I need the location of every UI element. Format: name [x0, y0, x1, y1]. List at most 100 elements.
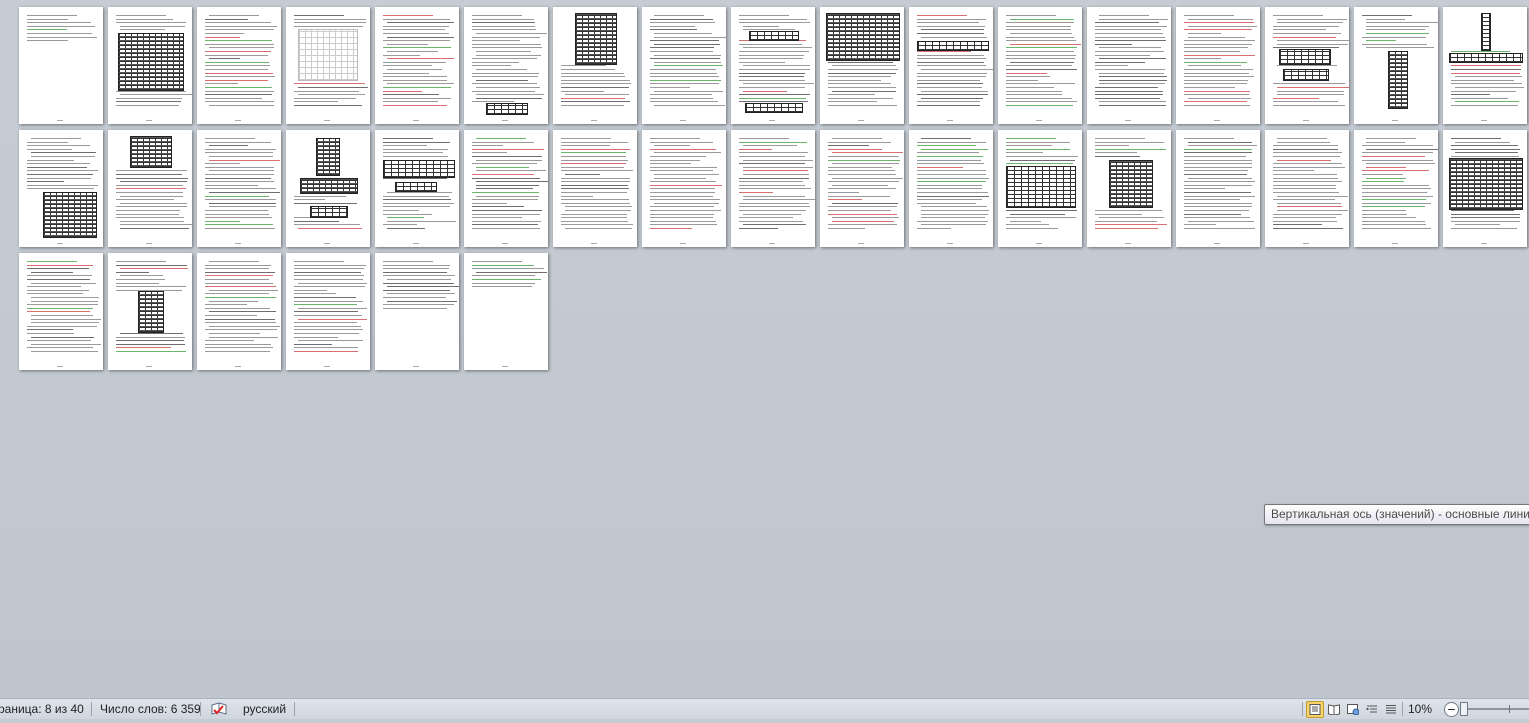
page-thumbnail[interactable] — [375, 7, 459, 124]
page-thumbnail[interactable] — [642, 7, 726, 124]
text-line — [650, 192, 715, 193]
page-thumbnail[interactable] — [1354, 130, 1438, 247]
text-line — [476, 195, 539, 197]
zoom-slider-thumb[interactable] — [1460, 702, 1468, 716]
text-line — [294, 336, 338, 338]
draft-icon[interactable] — [1382, 701, 1400, 718]
text-line — [116, 340, 184, 342]
text-line — [1362, 202, 1432, 204]
zoom-slider-track[interactable] — [1460, 708, 1529, 710]
text-line — [561, 220, 629, 222]
page-thumbnail[interactable] — [1265, 7, 1349, 124]
text-line — [1184, 159, 1253, 161]
page-thumbnail[interactable] — [731, 130, 815, 247]
page-thumbnail[interactable] — [642, 130, 726, 247]
page-thumbnail[interactable] — [197, 130, 281, 247]
text-line — [27, 347, 93, 349]
page-thumbnail[interactable] — [1176, 7, 1260, 124]
text-line — [120, 228, 190, 229]
page-thumbnail[interactable] — [108, 130, 192, 247]
text-line — [383, 210, 420, 211]
text-line — [387, 279, 452, 280]
page-thumbnail[interactable] — [464, 7, 548, 124]
page-thumbnail[interactable] — [375, 130, 459, 247]
page-thumbnail[interactable] — [197, 7, 281, 124]
word-count-indicator[interactable]: Число слов: 6 359 — [100, 699, 201, 719]
text-line — [654, 43, 721, 45]
page-thumbnail[interactable] — [19, 130, 103, 247]
page-thumbnail[interactable] — [108, 253, 192, 370]
page-thumbnail[interactable] — [286, 130, 370, 247]
text-line — [205, 33, 245, 34]
text-line — [27, 340, 92, 342]
web-layout-icon[interactable] — [1344, 701, 1362, 718]
page-thumbnail[interactable] — [731, 7, 815, 124]
text-line — [27, 177, 92, 179]
text-line — [1010, 220, 1041, 222]
page-thumbnail[interactable] — [286, 7, 370, 124]
page-thumbnail[interactable] — [1265, 130, 1349, 247]
page-thumbnail[interactable] — [820, 130, 904, 247]
text-line — [921, 206, 988, 208]
page-number-mark — [57, 366, 63, 367]
page-thumbnail[interactable] — [1087, 7, 1171, 124]
text-line — [739, 51, 809, 52]
page-thumbnail[interactable] — [1087, 130, 1171, 247]
text-line — [743, 25, 779, 27]
text-line — [561, 184, 629, 186]
page-thumbnail[interactable] — [19, 7, 103, 124]
text-line — [120, 275, 164, 277]
page-thumbnail[interactable] — [998, 7, 1082, 124]
text-line — [739, 58, 804, 60]
text-line — [561, 76, 626, 78]
page-thumbnail[interactable] — [1443, 130, 1527, 247]
page-thumbnail[interactable] — [286, 253, 370, 370]
zoom-level-button[interactable]: 10% — [1408, 699, 1432, 719]
page-thumbnail[interactable] — [1443, 7, 1527, 124]
page-thumbnail[interactable] — [464, 130, 548, 247]
text-line — [654, 65, 723, 67]
text-line — [27, 25, 95, 27]
page-thumbnail[interactable] — [998, 130, 1082, 247]
text-line — [828, 76, 892, 78]
text-line — [1184, 184, 1253, 186]
text-line — [205, 347, 273, 349]
language-indicator[interactable]: русский — [243, 699, 286, 719]
page-thumbnail[interactable] — [197, 253, 281, 370]
page-thumbnail[interactable] — [909, 7, 993, 124]
text-line — [917, 83, 983, 85]
outline-icon[interactable] — [1363, 701, 1381, 718]
text-line — [1188, 65, 1242, 67]
page-thumbnail[interactable] — [553, 7, 637, 124]
text-line — [1273, 152, 1343, 154]
text-line — [205, 322, 277, 324]
page-thumbnail[interactable] — [1176, 130, 1260, 247]
full-screen-reading-icon[interactable] — [1325, 701, 1343, 718]
zoom-out-icon[interactable] — [1444, 702, 1459, 717]
text-line — [921, 213, 989, 215]
page-thumbnail[interactable] — [464, 253, 548, 370]
page-number-mark — [1125, 243, 1131, 244]
page-thumbnail[interactable] — [375, 253, 459, 370]
page-number-indicator[interactable]: раница: 8 из 40 — [0, 699, 84, 719]
text-line — [383, 145, 427, 147]
page-thumbnail[interactable] — [108, 7, 192, 124]
text-line — [1362, 192, 1427, 193]
page-number-mark — [1125, 120, 1131, 121]
spellcheck-book-icon[interactable] — [210, 701, 228, 717]
page-thumbnail[interactable] — [19, 253, 103, 370]
page-thumbnail[interactable] — [820, 7, 904, 124]
text-line — [1010, 18, 1074, 20]
text-line — [917, 170, 986, 172]
page-thumbnail[interactable] — [909, 130, 993, 247]
page-thumbnail[interactable] — [1354, 7, 1438, 124]
page-thumbnail[interactable] — [553, 130, 637, 247]
text-line — [205, 36, 240, 38]
text-line — [476, 33, 547, 34]
text-line — [1006, 51, 1075, 52]
print-layout-icon[interactable] — [1306, 701, 1324, 718]
page-number-mark — [947, 243, 953, 244]
text-line — [1451, 97, 1508, 99]
document-workspace[interactable] — [0, 0, 1529, 698]
text-line — [1006, 101, 1078, 103]
